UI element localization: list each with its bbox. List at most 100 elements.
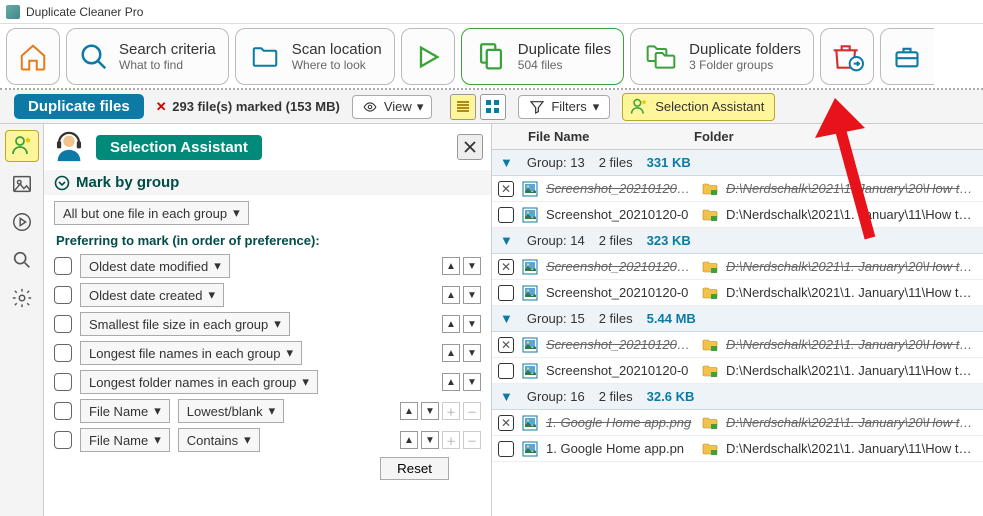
file-path: D:\Nerdschalk\2021\1. January\20\How to … (726, 415, 977, 430)
mark-checkbox[interactable]: ✕ (498, 259, 514, 275)
move-up-button[interactable]: ▲ (442, 344, 460, 362)
rail-images[interactable] (5, 168, 39, 200)
pref-select[interactable]: Longest folder names in each group ▾ (80, 370, 318, 394)
tab-duplicate-folders-sub: 3 Folder groups (689, 58, 801, 72)
move-up-button[interactable]: ▲ (442, 286, 460, 304)
move-down-button[interactable]: ▼ (463, 286, 481, 304)
mark-checkbox[interactable] (498, 441, 514, 457)
home-button[interactable] (6, 28, 60, 85)
pref-select[interactable]: Longest file names in each group ▾ (80, 341, 302, 365)
move-up-button[interactable]: ▲ (442, 257, 460, 275)
move-down-button[interactable]: ▼ (463, 373, 481, 391)
pref-select-label: File Name (89, 433, 148, 448)
group-size: 323 KB (647, 233, 691, 248)
selection-assistant-button[interactable]: Selection Assistant (622, 93, 775, 121)
rail-selection-assistant[interactable] (5, 130, 39, 162)
file-row[interactable]: Screenshot_20210120-0 D:\Nerdschalk\2021… (492, 358, 983, 384)
folder-small-icon (702, 337, 718, 353)
mark-checkbox[interactable]: ✕ (498, 337, 514, 353)
pref-checkbox[interactable] (54, 286, 72, 304)
group-name: Group: 13 (527, 155, 585, 170)
tab-duplicate-folders[interactable]: Duplicate folders 3 Folder groups (630, 28, 814, 85)
mark-checkbox[interactable] (498, 285, 514, 301)
move-up-button[interactable]: ▲ (442, 315, 460, 333)
tab-search-criteria[interactable]: Search criteria What to find (66, 28, 229, 85)
group-size: 32.6 KB (647, 389, 695, 404)
move-up-button[interactable]: ▲ (400, 431, 418, 449)
sa-section-header[interactable]: Mark by group (44, 170, 491, 195)
close-button[interactable] (457, 134, 483, 160)
details-view-button[interactable] (450, 94, 476, 120)
chevron-down-icon: ▾ (214, 258, 221, 274)
col-file-name[interactable]: File Name (522, 129, 688, 144)
move-down-button[interactable]: ▼ (463, 315, 481, 333)
file-row[interactable]: 1. Google Home app.pn D:\Nerdschalk\2021… (492, 436, 983, 462)
group-header[interactable]: ▼ Group: 16 2 files 32.6 KB (492, 384, 983, 410)
add-button[interactable]: ＋ (442, 431, 460, 449)
pref-select[interactable]: Oldest date created ▾ (80, 283, 224, 307)
expand-icon: ▼ (500, 155, 513, 170)
pref-checkbox[interactable] (54, 402, 72, 420)
pref-select-label: Oldest date modified (89, 259, 208, 274)
home-icon (18, 42, 48, 72)
move-down-button[interactable]: ▼ (421, 431, 439, 449)
view-dropdown[interactable]: View ▾ (352, 95, 432, 119)
file-list: ▼ Group: 13 2 files 331 KB✕ Screenshot_2… (492, 150, 983, 462)
pref-checkbox[interactable] (54, 344, 72, 362)
tab-duplicate-files[interactable]: Duplicate files 504 files (461, 28, 624, 85)
file-name: Screenshot_20210120-02 (546, 181, 694, 196)
pref-checkbox[interactable] (54, 431, 72, 449)
filters-dropdown[interactable]: Filters ▾ (518, 95, 610, 119)
file-row[interactable]: ✕ Screenshot_20210120-02 D:\Nerdschalk\2… (492, 254, 983, 280)
main-mode-select[interactable]: All but one file in each group ▾ (54, 201, 249, 225)
columns-header: File Name Folder (492, 124, 983, 150)
selection-assistant-label: Selection Assistant (655, 99, 764, 114)
mark-checkbox[interactable]: ✕ (498, 415, 514, 431)
pref-checkbox[interactable] (54, 315, 72, 333)
file-row[interactable]: Screenshot_20210120-0 D:\Nerdschalk\2021… (492, 202, 983, 228)
mark-checkbox[interactable] (498, 363, 514, 379)
move-up-button[interactable]: ▲ (442, 373, 460, 391)
group-header[interactable]: ▼ Group: 13 2 files 331 KB (492, 150, 983, 176)
file-path: D:\Nerdschalk\2021\1. January\11\How to … (726, 285, 977, 300)
group-header[interactable]: ▼ Group: 15 2 files 5.44 MB (492, 306, 983, 332)
pref-checkbox[interactable] (54, 373, 72, 391)
briefcase-icon (892, 43, 922, 71)
file-row[interactable]: ✕ 1. Google Home app.png D:\Nerdschalk\2… (492, 410, 983, 436)
pref-select[interactable]: Lowest/blank ▾ (178, 399, 284, 423)
pref-select[interactable]: Contains ▾ (178, 428, 260, 452)
file-row[interactable]: ✕ Screenshot_20210120-02 D:\Nerdschalk\2… (492, 332, 983, 358)
tools-button[interactable] (880, 28, 934, 85)
expand-icon: ▼ (500, 233, 513, 248)
pref-checkbox[interactable] (54, 257, 72, 275)
pref-select[interactable]: File Name ▾ (80, 399, 170, 423)
delete-button[interactable] (820, 28, 874, 85)
mark-checkbox[interactable]: ✕ (498, 181, 514, 197)
start-scan-button[interactable] (401, 28, 455, 85)
add-button[interactable]: ＋ (442, 402, 460, 420)
move-down-button[interactable]: ▼ (463, 257, 481, 275)
pref-select[interactable]: File Name ▾ (80, 428, 170, 452)
chevron-down-icon: ▾ (208, 287, 215, 303)
col-folder[interactable]: Folder (688, 129, 983, 144)
file-row[interactable]: Screenshot_20210120-0 D:\Nerdschalk\2021… (492, 280, 983, 306)
move-down-button[interactable]: ▼ (421, 402, 439, 420)
remove-button[interactable]: － (463, 402, 481, 420)
move-down-button[interactable]: ▼ (463, 344, 481, 362)
pref-select[interactable]: Smallest file size in each group ▾ (80, 312, 290, 336)
reset-button[interactable]: Reset (380, 457, 449, 480)
rail-settings[interactable] (5, 282, 39, 314)
group-header[interactable]: ▼ Group: 14 2 files 323 KB (492, 228, 983, 254)
remove-button[interactable]: － (463, 431, 481, 449)
file-path: D:\Nerdschalk\2021\1. January\11\How to … (726, 207, 977, 222)
thumbnails-view-button[interactable] (480, 94, 506, 120)
mark-checkbox[interactable] (498, 207, 514, 223)
tab-scan-location[interactable]: Scan location Where to look (235, 28, 395, 85)
move-up-button[interactable]: ▲ (400, 402, 418, 420)
rail-media[interactable] (5, 206, 39, 238)
expand-icon: ▼ (500, 311, 513, 326)
tab-duplicate-files-title: Duplicate files (518, 41, 611, 58)
pref-select[interactable]: Oldest date modified ▾ (80, 254, 230, 278)
rail-find[interactable] (5, 244, 39, 276)
file-row[interactable]: ✕ Screenshot_20210120-02 D:\Nerdschalk\2… (492, 176, 983, 202)
